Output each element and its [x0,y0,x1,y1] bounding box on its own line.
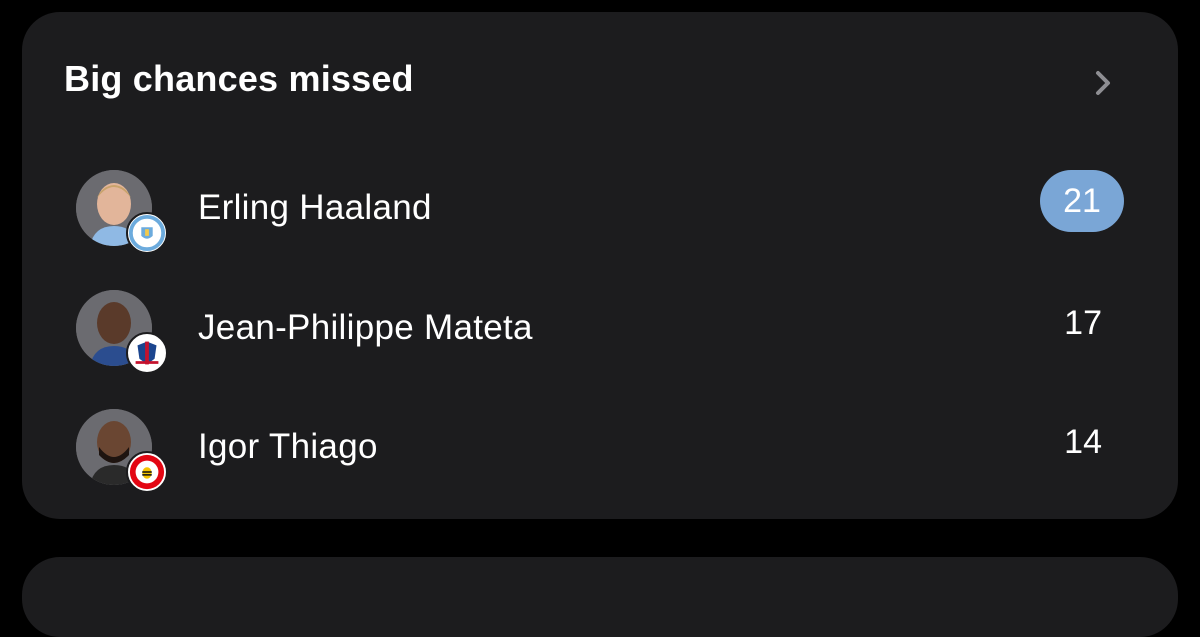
player-stat-value: 14 [1064,423,1102,461]
brentford-badge-icon [126,451,168,493]
player-name: Jean-Philippe Mateta [198,308,533,347]
player-stat-value: 17 [1064,304,1102,342]
player-name: Erling Haaland [198,188,432,227]
player-row[interactable]: Igor Thiago 14 [22,409,1178,509]
player-avatar [76,290,168,374]
player-row[interactable]: Erling Haaland 21 [22,170,1178,270]
crystal-palace-badge-icon [126,332,168,374]
card-title: Big chances missed [64,58,414,99]
chevron-right-icon[interactable] [1088,68,1118,98]
player-avatar [76,170,168,254]
big-chances-missed-card[interactable]: Big chances missed Erling Haaland 21 Jea… [22,12,1178,519]
manchester-city-badge-icon [126,212,168,254]
player-name: Igor Thiago [198,427,378,466]
next-card[interactable] [22,557,1178,637]
player-avatar [76,409,168,493]
player-stat-value: 21 [1040,170,1124,232]
player-row[interactable]: Jean-Philippe Mateta 17 [22,290,1178,390]
